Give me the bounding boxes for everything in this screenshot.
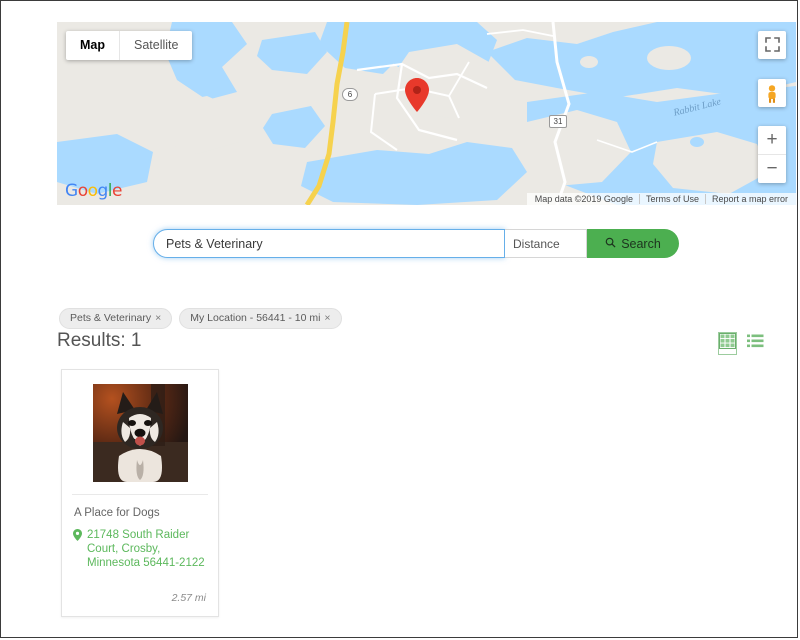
fullscreen-icon (758, 37, 786, 52)
map-data-credit: Map data ©2019 Google (534, 194, 633, 204)
filter-chip-label: My Location - 56441 - 10 mi (190, 312, 321, 324)
result-business-name: A Place for Dogs (74, 507, 160, 519)
map-type-control[interactable]: Map Satellite (66, 31, 193, 60)
map-attribution: Map data ©2019 Google Terms of Use Repor… (526, 193, 796, 205)
grid-view-icon[interactable] (718, 332, 737, 355)
search-icon (605, 237, 616, 251)
search-bar[interactable]: Distance Search (153, 229, 679, 258)
map-type-map[interactable]: Map (66, 31, 120, 60)
filter-chips[interactable]: Pets & Veterinary × My Location - 56441 -… (59, 308, 342, 329)
filter-chip-category[interactable]: Pets & Veterinary × (59, 308, 173, 329)
location-pin-icon (73, 529, 82, 570)
list-view-icon[interactable] (747, 333, 764, 354)
distance-select[interactable]: Distance (505, 229, 587, 258)
zoom-out-button[interactable]: − (758, 155, 786, 183)
map-canvas[interactable]: 6 31 Rabbit Lake Map Satellite + − Googl… (57, 22, 796, 205)
highway-shield-31: 31 (549, 115, 567, 128)
fullscreen-button[interactable] (758, 31, 786, 59)
logo-letter: G (65, 181, 78, 201)
result-distance: 2.57 mi (171, 592, 206, 604)
search-button[interactable]: Search (587, 229, 679, 258)
map-type-satellite[interactable]: Satellite (120, 31, 192, 60)
remove-chip-icon[interactable]: × (324, 312, 330, 324)
highway-shield-6: 6 (342, 88, 358, 101)
map-zoom-control[interactable]: + − (758, 126, 786, 183)
street-view-pegman-button[interactable] (758, 79, 786, 107)
search-button-label: Search (621, 236, 661, 251)
remove-chip-icon[interactable]: × (155, 312, 161, 324)
husky-dog-photo[interactable] (92, 384, 188, 482)
filter-chip-label: Pets & Veterinary (70, 312, 152, 324)
terms-of-use-link[interactable]: Terms of Use (638, 194, 705, 204)
zoom-in-button[interactable]: + (758, 126, 786, 155)
result-address-text: 21748 South Raider Court, Crosby, Minnes… (87, 529, 205, 569)
logo-letter: e (112, 181, 122, 201)
google-logo: Google (65, 181, 122, 201)
filter-chip-location[interactable]: My Location - 56441 - 10 mi × (179, 308, 342, 329)
logo-letter: g (97, 181, 109, 201)
result-photo-wrap (62, 370, 218, 492)
search-input[interactable] (153, 229, 505, 258)
result-address-row[interactable]: 21748 South Raider Court, Crosby, Minnes… (62, 520, 218, 570)
map-panel[interactable]: 6 31 Rabbit Lake Map Satellite + − Googl… (57, 22, 796, 205)
logo-letter: o (77, 181, 88, 201)
result-card[interactable]: A Place for Dogs 21748 South Raider Cour… (61, 369, 219, 617)
report-map-error-link[interactable]: Report a map error (704, 194, 794, 204)
view-toggle[interactable] (718, 332, 764, 355)
street-view-pegman-icon (758, 85, 786, 103)
map-marker[interactable] (405, 78, 429, 117)
page-frame: 6 31 Rabbit Lake Map Satellite + − Googl… (0, 0, 798, 638)
logo-letter: o (87, 181, 98, 201)
results-heading: Results: 1 (57, 330, 142, 351)
